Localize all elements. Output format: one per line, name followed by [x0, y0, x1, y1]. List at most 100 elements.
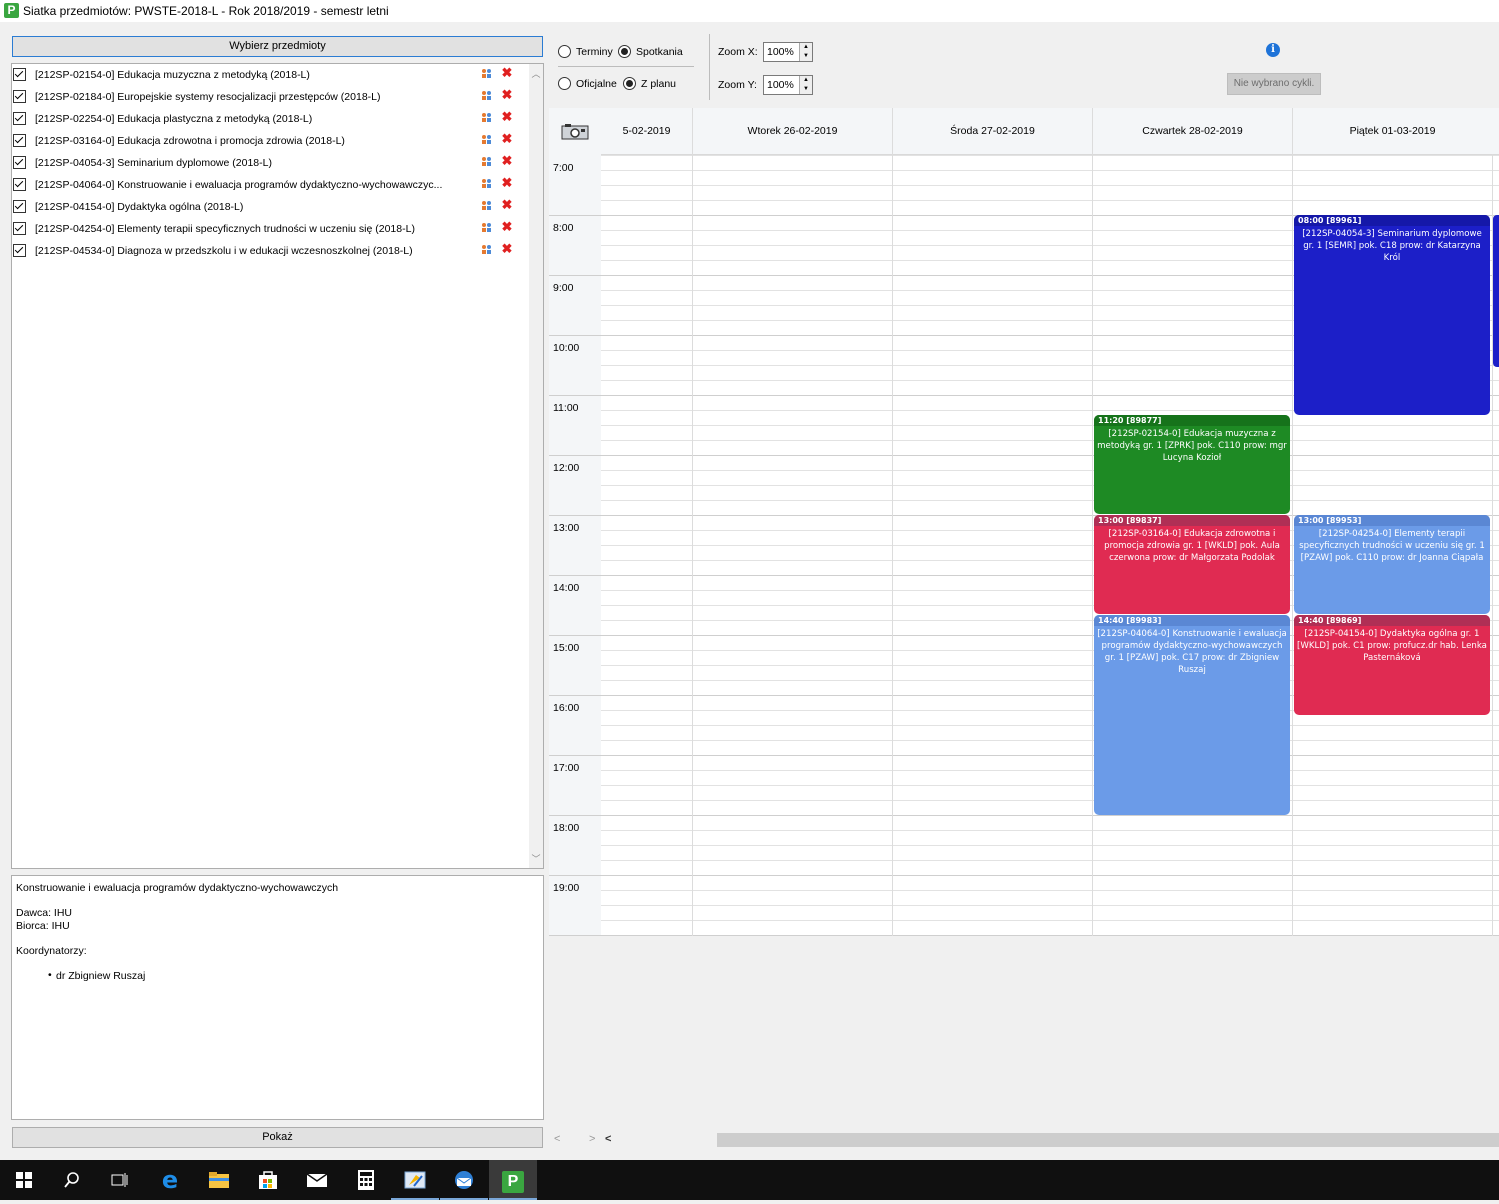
quarter-gridline	[601, 725, 1499, 726]
mail-icon[interactable]	[293, 1160, 341, 1200]
course-row[interactable]: [212SP-04054-3] Seminarium dyplomowe (20…	[12, 152, 530, 174]
event-block[interactable]: 14:40 [89869] [212SP-04154-0] Dydaktyka …	[1294, 615, 1490, 715]
remove-icon[interactable]: ✖	[501, 132, 513, 145]
quarter-gridline	[601, 920, 1499, 921]
info-icon[interactable]: i	[1266, 43, 1280, 57]
zoom-x-spinner[interactable]: 100% ▲ ▼	[763, 42, 813, 62]
task-view-icon[interactable]	[96, 1160, 144, 1200]
scroll-left-icon[interactable]: <	[554, 1133, 560, 1145]
course-checkbox[interactable]	[13, 90, 26, 103]
radio-zplanu[interactable]	[623, 77, 636, 90]
course-row[interactable]: [212SP-04254-0] Elementy terapii specyfi…	[12, 218, 530, 240]
info-title: Konstruowanie i ewaluacja programów dyda…	[16, 882, 339, 894]
camera-icon[interactable]	[561, 123, 589, 140]
remove-icon[interactable]: ✖	[501, 66, 513, 79]
course-row[interactable]: [212SP-04154-0] Dydaktyka ogólna (2018-L…	[12, 196, 530, 218]
zoom-y-arrows-icon[interactable]: ▲ ▼	[799, 76, 812, 94]
course-row[interactable]: [212SP-03164-0] Edukacja zdrowotna i pro…	[12, 130, 530, 152]
remove-icon[interactable]: ✖	[501, 220, 513, 233]
course-label: [212SP-04254-0] Elementy terapii specyfi…	[35, 223, 415, 235]
calculator-icon[interactable]	[342, 1160, 390, 1200]
people-icon[interactable]	[481, 68, 493, 78]
course-checkbox[interactable]	[13, 134, 26, 147]
course-row[interactable]: [212SP-04064-0] Konstruowanie i ewaluacj…	[12, 174, 530, 196]
event-body: [212SP-04154-0] Dydaktyka ogólna gr. 1 […	[1297, 629, 1487, 663]
event-block[interactable]: 11:20 [89877] [212SP-02154-0] Edukacja m…	[1094, 415, 1290, 514]
event-head: 08:00 [89961]	[1294, 215, 1490, 226]
scroll-left-icon[interactable]: <	[605, 1133, 611, 1145]
remove-icon[interactable]: ✖	[501, 154, 513, 167]
remove-icon[interactable]: ✖	[501, 242, 513, 255]
event-body: [212SP-04064-0] Konstruowanie i ewaluacj…	[1097, 629, 1287, 675]
course-row[interactable]: [212SP-04534-0] Diagnoza w przedszkolu i…	[12, 240, 530, 262]
radio-oficjalne-label: Oficjalne	[576, 78, 617, 90]
remove-icon[interactable]: ✖	[501, 198, 513, 211]
event-block-partial[interactable]	[1493, 215, 1499, 367]
search-icon[interactable]	[48, 1160, 96, 1200]
quarter-gridline	[601, 785, 1499, 786]
horizontal-scrollbar[interactable]: < > <	[549, 1133, 1499, 1147]
hour-label: 7:00	[553, 162, 574, 174]
radio-oficjalne[interactable]	[558, 77, 571, 90]
day-divider	[1292, 154, 1293, 936]
people-icon[interactable]	[481, 134, 493, 144]
quarter-gridline	[601, 800, 1499, 801]
event-block[interactable]: 13:00 [89837] [212SP-03164-0] Edukacja z…	[1094, 515, 1290, 614]
outlook-icon[interactable]	[440, 1160, 488, 1200]
scrollbar-thumb[interactable]	[717, 1133, 1499, 1147]
store-icon[interactable]	[244, 1160, 292, 1200]
course-checkbox[interactable]	[13, 200, 26, 213]
event-block[interactable]: 14:40 [89983] [212SP-04064-0] Konstruowa…	[1094, 615, 1290, 815]
people-icon[interactable]	[481, 200, 493, 210]
people-icon[interactable]	[481, 244, 493, 254]
show-button[interactable]: Pokaż	[12, 1127, 543, 1148]
quarter-gridline	[601, 200, 1499, 201]
course-row[interactable]: [212SP-02154-0] Edukacja muzyczna z meto…	[12, 64, 530, 86]
list-scrollbar[interactable]: ︿ ﹀	[529, 64, 543, 868]
radio-spotkania-label: Spotkania	[636, 46, 683, 58]
hour-label: 8:00	[553, 222, 574, 234]
event-head: 13:00 [89953]	[1294, 515, 1490, 526]
people-icon[interactable]	[481, 178, 493, 188]
zoom-y-spinner[interactable]: 100% ▲ ▼	[763, 75, 813, 95]
course-list[interactable]: [212SP-02154-0] Edukacja muzyczna z meto…	[11, 63, 544, 869]
hour-label: 19:00	[553, 882, 580, 894]
course-checkbox[interactable]	[13, 112, 26, 125]
people-icon[interactable]	[481, 222, 493, 232]
scroll-up-icon[interactable]: ︿	[531, 69, 541, 79]
remove-icon[interactable]: ✖	[501, 176, 513, 189]
course-row[interactable]: [212SP-02184-0] Europejskie systemy reso…	[12, 86, 530, 108]
zoom-x-arrows-icon[interactable]: ▲ ▼	[799, 43, 812, 61]
course-checkbox[interactable]	[13, 178, 26, 191]
calendar-grid[interactable]: 5-02-2019 Wtorek 26-02-2019 Środa 27-02-…	[549, 108, 1499, 936]
radio-spotkania[interactable]	[618, 45, 631, 58]
scroll-right-icon[interactable]: >	[589, 1133, 595, 1145]
remove-icon[interactable]: ✖	[501, 88, 513, 101]
course-checkbox[interactable]	[13, 244, 26, 257]
event-block[interactable]: 08:00 [89961] [212SP-04054-3] Seminarium…	[1294, 215, 1490, 415]
quarter-gridline	[601, 740, 1499, 741]
people-icon[interactable]	[481, 90, 493, 100]
select-courses-button[interactable]: Wybierz przedmioty	[12, 36, 543, 57]
app-icon: P	[4, 3, 19, 18]
scroll-down-icon[interactable]: ﹀	[531, 854, 541, 864]
day-header: Czwartek 28-02-2019	[1092, 108, 1292, 154]
radio-terminy[interactable]	[558, 45, 571, 58]
event-block[interactable]: 13:00 [89953] [212SP-04254-0] Elementy t…	[1294, 515, 1490, 614]
course-label: [212SP-03164-0] Edukacja zdrowotna i pro…	[35, 135, 345, 147]
paint-app-icon[interactable]	[391, 1160, 439, 1200]
course-checkbox[interactable]	[13, 68, 26, 81]
remove-icon[interactable]: ✖	[501, 110, 513, 123]
people-icon[interactable]	[481, 112, 493, 122]
people-icon[interactable]	[481, 156, 493, 166]
schedule-app-icon[interactable]: P	[489, 1160, 537, 1200]
course-row[interactable]: [212SP-02254-0] Edukacja plastyczna z me…	[12, 108, 530, 130]
edge-browser-icon[interactable]: e	[146, 1160, 194, 1200]
file-explorer-icon[interactable]	[195, 1160, 243, 1200]
event-body: [212SP-02154-0] Edukacja muzyczna z meto…	[1097, 429, 1287, 463]
windows-start-icon[interactable]	[0, 1160, 48, 1200]
window-title: Siatka przedmiotów: PWSTE-2018-L - Rok 2…	[23, 4, 389, 18]
course-checkbox[interactable]	[13, 156, 26, 169]
cycles-button[interactable]: Nie wybrano cykli.	[1227, 73, 1321, 95]
course-checkbox[interactable]	[13, 222, 26, 235]
